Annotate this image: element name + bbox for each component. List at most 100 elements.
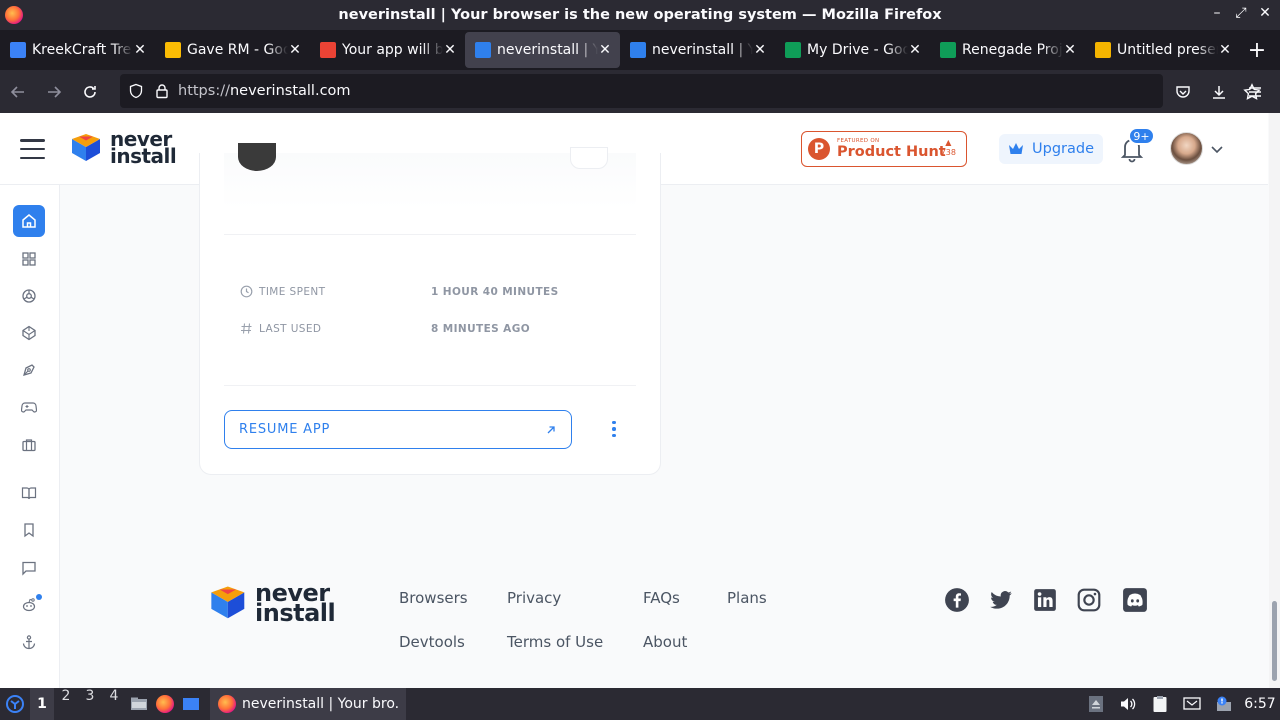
lock-icon[interactable] [154, 83, 170, 99]
url-text[interactable]: https://neverinstall.com [178, 83, 351, 99]
close-tab-icon[interactable]: ✕ [1063, 42, 1077, 58]
workspace-3[interactable]: 3 [78, 688, 102, 720]
tray-clipboard[interactable] [1144, 688, 1176, 720]
sidebar-item-dev[interactable] [13, 317, 45, 349]
external-arrow-icon [547, 425, 555, 433]
last-used-value: 8 MINUTES AGO [431, 322, 531, 335]
sidebar-item-games[interactable] [13, 391, 45, 423]
url-bar[interactable]: https://neverinstall.com [120, 74, 1163, 108]
sidebar-item-browsers[interactable] [13, 280, 45, 312]
taskbar-firefox-window[interactable]: neverinstall | Your bro... [210, 688, 406, 720]
file-manager-launcher[interactable] [126, 688, 152, 720]
close-tab-icon[interactable]: ✕ [133, 42, 147, 58]
close-tab-icon[interactable]: ✕ [598, 42, 612, 58]
app-icon [238, 143, 276, 171]
browser-tab[interactable]: Untitled presen ✕ [1085, 32, 1240, 68]
producthunt-badge[interactable]: P FEATURED ON Product Hunt ▲ 738 [801, 131, 967, 167]
taskbar-clock[interactable]: 6:57 [1240, 696, 1280, 712]
user-avatar[interactable] [1170, 132, 1203, 165]
producthunt-icon: P [808, 138, 830, 160]
firefox-icon [156, 695, 174, 713]
briefcase-icon [22, 439, 36, 452]
footer-link-devtools[interactable]: Devtools [399, 633, 465, 651]
browser-tab[interactable]: neverinstall | Y ✕ [620, 32, 775, 68]
workspace-1[interactable]: 1 [30, 688, 54, 720]
sidebar-item-home[interactable] [13, 205, 45, 237]
app-card-action-button[interactable] [570, 147, 608, 169]
tab-label: KreekCraft Tre [32, 42, 132, 58]
upgrade-button[interactable]: Upgrade [999, 134, 1103, 164]
neverinstall-logo-icon [72, 134, 100, 161]
close-tab-icon[interactable]: ✕ [288, 42, 302, 58]
close-tab-icon[interactable]: ✕ [908, 42, 922, 58]
close-tab-icon[interactable]: ✕ [1218, 42, 1232, 58]
firefox-launcher[interactable] [152, 688, 178, 720]
minimize-icon[interactable]: – [1210, 5, 1224, 21]
desktop-launcher[interactable] [178, 688, 204, 720]
sidebar-item-bookmarks[interactable] [13, 514, 45, 546]
reload-button[interactable] [72, 74, 108, 110]
footer-link-about[interactable]: About [643, 633, 687, 651]
footer-link-plans[interactable]: Plans [727, 589, 767, 607]
browser-tab[interactable]: neverinstall | Y ✕ [465, 32, 620, 68]
time-spent-value: 1 HOUR 40 MINUTES [431, 285, 559, 298]
footer-link-privacy[interactable]: Privacy [507, 589, 561, 607]
sidebar-item-feedback[interactable] [13, 552, 45, 584]
neverinstall-logo[interactable]: never install [70, 129, 177, 166]
page-scrollbar[interactable] [1269, 113, 1280, 688]
chevron-down-icon[interactable] [1209, 141, 1225, 157]
eject-icon [1089, 696, 1103, 712]
start-menu-button[interactable] [0, 688, 30, 720]
facebook-icon[interactable] [944, 587, 970, 613]
downloads-button[interactable] [1201, 74, 1237, 110]
restore-icon[interactable]: ⤢ [1234, 5, 1248, 21]
scrollbar-thumb[interactable] [1272, 601, 1277, 681]
app-menu-button[interactable] [1237, 74, 1273, 110]
footer-logo[interactable]: never install [209, 581, 336, 625]
forward-button[interactable] [36, 74, 72, 110]
volume-icon [1121, 698, 1136, 710]
sidebar-item-reddit[interactable] [13, 589, 45, 621]
workspace-2[interactable]: 2 [54, 688, 78, 720]
twitter-icon[interactable] [988, 587, 1014, 613]
browser-tab[interactable]: Renegade Proj ✕ [930, 32, 1085, 68]
footer-link-faqs[interactable]: FAQs [643, 589, 680, 607]
neverinstall-icon [475, 42, 491, 58]
upvote-triangle-icon: ▲ [945, 138, 952, 147]
sidebar-item-apps[interactable] [13, 243, 45, 275]
sidebar-toggle-button[interactable] [20, 139, 45, 159]
sidebar-item-anchor[interactable] [13, 626, 45, 658]
browser-tab[interactable]: Gave RM - Goo ✕ [155, 32, 310, 68]
linkedin-icon[interactable] [1032, 587, 1058, 613]
more-options-kebab-icon[interactable] [602, 417, 626, 441]
resume-app-button[interactable]: RESUME APP [224, 410, 572, 449]
back-button[interactable] [0, 74, 36, 110]
footer-link-browsers[interactable]: Browsers [399, 589, 468, 607]
instagram-icon[interactable] [1076, 587, 1102, 613]
tray-eject[interactable] [1080, 688, 1112, 720]
new-indicator-dot [36, 594, 42, 600]
sidebar-item-work[interactable] [13, 429, 45, 461]
pocket-button[interactable] [1165, 74, 1201, 110]
browser-tab[interactable]: Your app will b ✕ [310, 32, 465, 68]
close-tab-icon[interactable]: ✕ [443, 42, 457, 58]
tray-network[interactable] [1176, 688, 1208, 720]
tray-volume[interactable] [1112, 688, 1144, 720]
sidebar-item-docs[interactable] [13, 477, 45, 509]
os-taskbar: 1234 neverinstall | Your bro... 6:57 [0, 688, 1280, 720]
workspace-4[interactable]: 4 [102, 688, 126, 720]
sidebar-item-design[interactable] [13, 354, 45, 386]
close-tab-icon[interactable]: ✕ [753, 42, 767, 58]
browser-tab[interactable]: My Drive - Goo ✕ [775, 32, 930, 68]
navigation-bar: https://neverinstall.com [0, 70, 1280, 113]
footer-link-terms[interactable]: Terms of Use [507, 633, 603, 651]
tray-updates[interactable] [1208, 688, 1240, 720]
discord-icon[interactable] [1122, 587, 1148, 613]
browser-tab[interactable]: KreekCraft Tre ✕ [0, 32, 155, 68]
new-tab-button[interactable]: + [1242, 38, 1272, 63]
hash-icon [241, 323, 252, 334]
close-window-icon[interactable]: ✕ [1258, 5, 1272, 21]
shield-icon[interactable] [128, 83, 144, 99]
tab-label: Your app will b [342, 42, 443, 58]
tab-label: My Drive - Goo [807, 42, 908, 58]
